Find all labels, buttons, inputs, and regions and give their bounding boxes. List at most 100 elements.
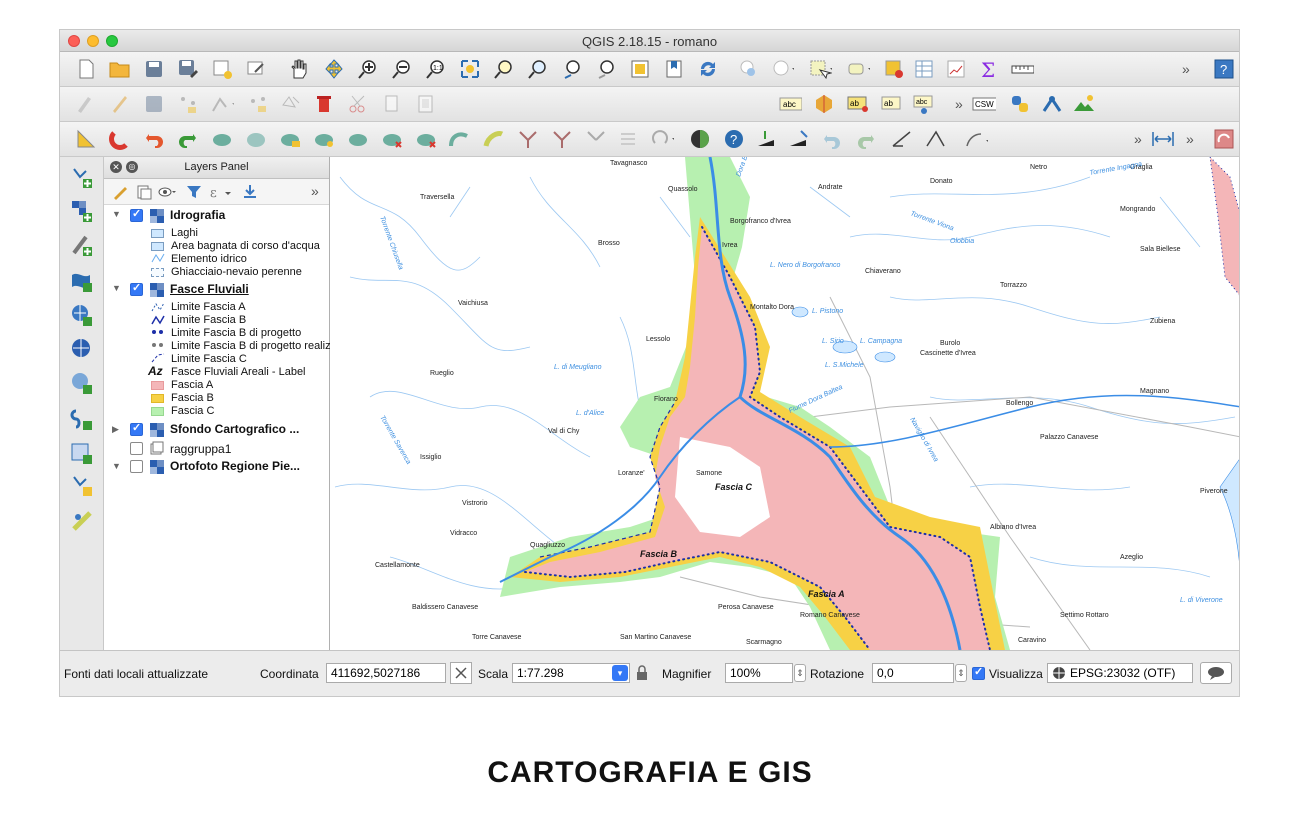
trash-icon[interactable] bbox=[312, 92, 336, 116]
crs-button[interactable]: EPSG:23032 (OTF) bbox=[1047, 663, 1193, 683]
group-name[interactable]: Fasce Fluviali bbox=[170, 282, 249, 296]
filter-expression-icon[interactable]: ε bbox=[208, 180, 232, 204]
rotate-feature-icon[interactable] bbox=[210, 127, 234, 151]
new-bookmark-icon[interactable] bbox=[662, 57, 686, 81]
add-virtual-layer-icon[interactable] bbox=[70, 407, 94, 431]
layer-checkbox-idrografia[interactable] bbox=[130, 207, 143, 222]
magnifier-field[interactable]: 100% bbox=[725, 663, 793, 683]
measure-angle-icon[interactable] bbox=[890, 127, 914, 151]
select-features-icon[interactable] bbox=[808, 57, 832, 81]
refresh-icon[interactable] bbox=[696, 57, 720, 81]
add-feature-icon[interactable] bbox=[176, 92, 200, 116]
magnifier-spinner-icon[interactable]: ⇕ bbox=[794, 664, 806, 682]
show-hide-labels-icon[interactable]: abc bbox=[912, 92, 936, 116]
add-part-icon[interactable] bbox=[312, 127, 336, 151]
composer-manager-icon[interactable] bbox=[244, 57, 268, 81]
zoom-to-selection-icon[interactable] bbox=[492, 57, 516, 81]
zoom-out-icon[interactable] bbox=[390, 57, 414, 81]
layer-checkbox-raggruppa1[interactable] bbox=[130, 442, 143, 455]
csw-icon[interactable]: CSW bbox=[972, 92, 996, 116]
split-features-icon[interactable] bbox=[516, 127, 540, 151]
open-attribute-table-icon[interactable] bbox=[912, 57, 936, 81]
toolbar3-overflow2-icon[interactable]: » bbox=[1186, 131, 1194, 147]
rotation-field[interactable]: 0,0 bbox=[872, 663, 954, 683]
python-console-icon[interactable] bbox=[1008, 92, 1032, 116]
split-parts-icon[interactable] bbox=[550, 127, 574, 151]
new-map-view-icon[interactable] bbox=[628, 57, 652, 81]
zoom-full-icon[interactable] bbox=[458, 57, 482, 81]
expand-arrow-icon[interactable]: ▼ bbox=[112, 461, 121, 471]
digitize-plugin-icon[interactable] bbox=[70, 509, 94, 533]
label-toolbar-icon[interactable]: abc bbox=[778, 92, 802, 116]
zoom-in-icon[interactable] bbox=[356, 57, 380, 81]
statistical-summary-icon[interactable] bbox=[944, 57, 968, 81]
save-project-icon[interactable] bbox=[142, 57, 166, 81]
globe-plugin-icon[interactable] bbox=[688, 127, 712, 151]
layer-checkbox-sfondo[interactable] bbox=[130, 421, 143, 436]
group-name[interactable]: Ortofoto Regione Pie... bbox=[170, 459, 300, 473]
add-delimited-text-icon[interactable] bbox=[70, 233, 94, 257]
back-arrow-icon[interactable] bbox=[820, 127, 844, 151]
offset-curve-icon[interactable] bbox=[482, 127, 506, 151]
save-as-icon[interactable] bbox=[176, 57, 200, 81]
fill-ring-icon[interactable] bbox=[346, 127, 370, 151]
run-feature-action-icon[interactable] bbox=[770, 57, 794, 81]
node-tool-icon[interactable] bbox=[246, 92, 270, 116]
layer-checkbox-fasce[interactable] bbox=[130, 281, 143, 296]
measure-line-icon[interactable] bbox=[1010, 57, 1034, 81]
new-print-composer-icon[interactable] bbox=[210, 57, 234, 81]
forward-arrow-icon[interactable] bbox=[854, 127, 878, 151]
add-spatialite-layer-icon[interactable] bbox=[70, 269, 94, 293]
deselect-all-icon[interactable] bbox=[882, 57, 906, 81]
filter-legend-icon[interactable] bbox=[182, 180, 206, 204]
layer-labeling-icon[interactable] bbox=[812, 92, 836, 116]
style-manager-icon[interactable] bbox=[108, 180, 132, 204]
coordinate-field[interactable]: 411692,5027186 bbox=[326, 663, 446, 683]
measure-bearing-icon[interactable] bbox=[924, 127, 948, 151]
group-name[interactable]: raggruppa1 bbox=[170, 442, 231, 456]
new-project-icon[interactable] bbox=[74, 57, 98, 81]
add-wcs-layer-icon[interactable] bbox=[70, 337, 94, 361]
merge-attributes-icon[interactable] bbox=[616, 127, 640, 151]
attribute-tools-icon[interactable] bbox=[1212, 127, 1236, 151]
expand-arrow-icon[interactable]: ▼ bbox=[112, 209, 121, 219]
add-raster-layer-icon[interactable] bbox=[70, 199, 94, 223]
pan-to-selection-icon[interactable] bbox=[322, 57, 346, 81]
redo-icon[interactable] bbox=[176, 127, 200, 151]
add-wfs-layer-icon[interactable] bbox=[70, 371, 94, 395]
toggle-extents-icon[interactable] bbox=[450, 662, 472, 684]
expand-arrow-icon[interactable]: ▼ bbox=[112, 283, 121, 293]
add-wms-layer-icon[interactable] bbox=[70, 303, 94, 327]
new-shapefile-layer-icon[interactable] bbox=[70, 473, 94, 497]
paste-features-icon[interactable] bbox=[414, 92, 438, 116]
delete-ring-icon[interactable] bbox=[380, 127, 404, 151]
toolbar-overflow-icon[interactable]: » bbox=[1182, 61, 1190, 77]
render-checkbox[interactable] bbox=[972, 665, 985, 680]
collapse-arrow-icon[interactable]: ▶ bbox=[112, 424, 119, 435]
toggle-editing-icon[interactable] bbox=[108, 92, 132, 116]
highlight-pinned-labels-icon[interactable]: ab bbox=[880, 92, 904, 116]
zoom-to-layer-icon[interactable] bbox=[526, 57, 550, 81]
layer-checkbox-ortofoto[interactable] bbox=[130, 460, 143, 473]
merge-features-icon[interactable] bbox=[584, 127, 608, 151]
group-name[interactable]: Sfondo Cartografico ... bbox=[170, 422, 299, 436]
add-ring-icon[interactable] bbox=[278, 127, 302, 151]
curve-tool-icon[interactable] bbox=[964, 127, 988, 151]
delete-part-icon[interactable] bbox=[414, 127, 438, 151]
move-feature-icon[interactable] bbox=[210, 92, 234, 116]
toolbar3-overflow-icon[interactable]: » bbox=[1134, 131, 1142, 147]
lock-scale-icon[interactable] bbox=[632, 662, 652, 684]
undo-icon[interactable] bbox=[142, 127, 166, 151]
add-vector-layer-icon[interactable] bbox=[70, 165, 94, 189]
save-edits-icon[interactable] bbox=[142, 92, 166, 116]
zoom-actual-size-icon[interactable]: 1:1 bbox=[424, 57, 448, 81]
qgis-help-icon[interactable]: ? bbox=[722, 127, 746, 151]
simplify-feature-icon[interactable] bbox=[244, 127, 268, 151]
help-icon[interactable]: ? bbox=[1212, 57, 1236, 81]
measure-area-icon[interactable] bbox=[74, 127, 98, 151]
rotation-spinner-icon[interactable]: ⇕ bbox=[955, 664, 967, 682]
rotate-point-symbols-icon[interactable] bbox=[650, 127, 674, 151]
zoom-next-icon[interactable] bbox=[594, 57, 618, 81]
network-plugin-icon[interactable] bbox=[1040, 92, 1064, 116]
reshape-features-icon[interactable] bbox=[448, 127, 472, 151]
